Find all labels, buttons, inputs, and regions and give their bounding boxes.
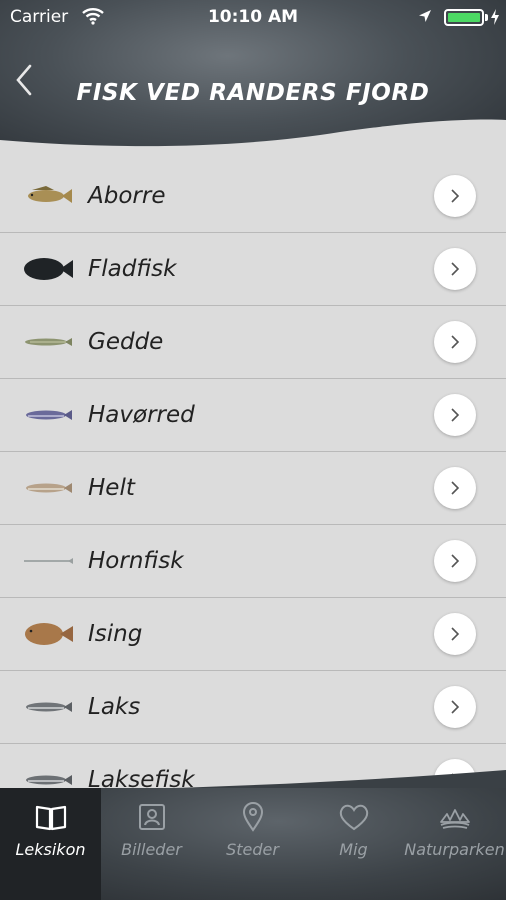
- chevron-right-button[interactable]: [434, 467, 476, 509]
- header-wave: [0, 119, 506, 165]
- tab-billeder[interactable]: Billeder: [101, 788, 202, 900]
- list-item[interactable]: Fladfisk: [0, 232, 506, 305]
- tab-leksikon[interactable]: Leksikon: [0, 788, 101, 900]
- naturpark-logo-icon: [440, 809, 470, 829]
- tab-label: Steder: [226, 840, 279, 859]
- battery-tip: [485, 14, 488, 21]
- tab-label: Mig: [339, 840, 368, 859]
- tab-label: Leksikon: [15, 840, 86, 859]
- tab-naturparken[interactable]: Naturparken: [404, 788, 505, 900]
- dab-icon: [25, 623, 73, 645]
- location-pin-icon: [242, 802, 264, 832]
- tab-label: Billeder: [121, 840, 182, 859]
- heart-icon: [339, 804, 369, 831]
- flatfish-silhouette-icon: [24, 258, 73, 280]
- list-item[interactable]: Gedde: [0, 305, 506, 378]
- chevron-right-icon: [451, 481, 460, 495]
- tab-steder[interactable]: Steder: [202, 788, 303, 900]
- book-icon: [35, 805, 67, 831]
- screen: Carrier 10:10 AM FISK VED RANDERS FJORD: [0, 0, 506, 900]
- chevron-right-button[interactable]: [434, 321, 476, 363]
- list-item-label: Ising: [88, 621, 143, 647]
- chevron-right-icon: [451, 189, 460, 203]
- chevron-right-button[interactable]: [434, 175, 476, 217]
- chevron-right-icon: [451, 700, 460, 714]
- list-item-label: Fladfisk: [88, 256, 177, 282]
- location-arrow-icon: [419, 10, 431, 22]
- page-title: FISK VED RANDERS FJORD: [76, 80, 430, 106]
- whitefish-icon: [26, 483, 72, 493]
- chevron-right-button[interactable]: [434, 540, 476, 582]
- tab-bar: Leksikon Billeder Steder Mig Naturparken: [0, 788, 506, 900]
- sea-trout-icon: [26, 410, 72, 420]
- charging-bolt-icon: [491, 9, 499, 25]
- list-item-label: Laks: [88, 694, 141, 720]
- tab-label: Naturparken: [404, 840, 505, 859]
- chevron-right-button[interactable]: [434, 394, 476, 436]
- list-item[interactable]: Ising: [0, 597, 506, 670]
- list-item-label: Helt: [88, 475, 135, 501]
- list-item[interactable]: Aborre: [0, 159, 506, 232]
- list-item-label: Hornfisk: [88, 548, 184, 574]
- list-item-label: Havørred: [88, 402, 195, 428]
- battery-icon: [444, 9, 484, 26]
- battery-fill: [448, 13, 480, 22]
- salmon-icon: [26, 702, 72, 712]
- chevron-right-icon: [451, 262, 460, 276]
- list-item[interactable]: Havørred: [0, 378, 506, 451]
- garfish-icon: [24, 558, 73, 564]
- pike-icon: [25, 338, 72, 346]
- chevron-right-button[interactable]: [434, 613, 476, 655]
- chevron-right-icon: [451, 335, 460, 349]
- tab-mig[interactable]: Mig: [303, 788, 404, 900]
- chevron-right-icon: [451, 627, 460, 641]
- list-item[interactable]: Laks: [0, 670, 506, 743]
- list-item-label: Aborre: [88, 183, 166, 209]
- list-item[interactable]: Helt: [0, 451, 506, 524]
- list-item[interactable]: Hornfisk: [0, 524, 506, 597]
- photo-portrait-icon: [139, 804, 165, 830]
- status-bar: Carrier 10:10 AM: [0, 0, 506, 36]
- chevron-right-icon: [451, 554, 460, 568]
- chevron-right-button[interactable]: [434, 686, 476, 728]
- perch-icon: [28, 186, 72, 203]
- fish-list: Aborre Fladfisk Gedde Havørred Helt Horn…: [0, 159, 506, 816]
- list-item-label: Gedde: [88, 329, 164, 355]
- chevron-right-icon: [451, 408, 460, 422]
- chevron-right-button[interactable]: [434, 248, 476, 290]
